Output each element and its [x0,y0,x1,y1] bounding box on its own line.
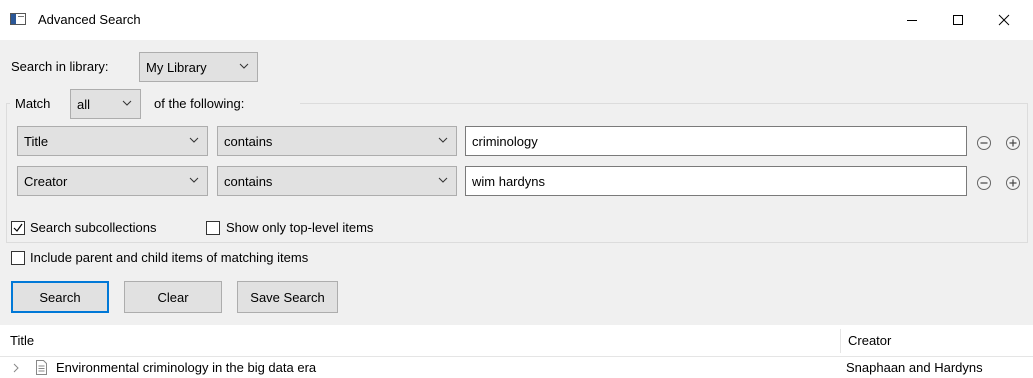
chevron-down-icon [122,100,132,106]
table-row[interactable]: Environmental criminology in the big dat… [0,357,1033,378]
close-button[interactable] [981,0,1027,40]
save-search-button-label: Save Search [250,289,325,305]
remove-condition-icon[interactable] [976,135,992,151]
search-button-label: Search [39,289,81,305]
include-parent-child-checkbox[interactable] [11,251,25,265]
app-icon [10,13,26,25]
add-condition-icon[interactable] [1005,135,1021,151]
condition-operator-select[interactable]: contains [217,166,457,196]
chevron-down-icon [438,137,448,143]
search-button[interactable]: Search [11,281,109,313]
condition-field-select[interactable]: Creator [17,166,208,196]
condition-field-value: Title [24,133,49,149]
condition-field-select[interactable]: Title [17,126,208,156]
top-level-only-checkbox[interactable] [206,221,220,235]
column-header-title[interactable]: Title [10,333,34,348]
window-title: Advanced Search [38,12,141,27]
add-condition-icon[interactable] [1005,175,1021,191]
condition-value-input[interactable]: criminology [465,126,967,156]
maximize-button[interactable] [935,0,981,40]
match-select-value: all [77,96,91,112]
condition-value-text: criminology [472,133,538,149]
chevron-right-icon[interactable] [12,363,20,373]
result-creator: Snaphaan and Hardyns [846,360,983,375]
search-subcollections-label: Search subcollections [30,220,157,235]
document-icon [36,360,47,375]
chevron-down-icon [189,137,199,143]
remove-condition-icon[interactable] [976,175,992,191]
dialog-content: Search in library: My Library Match all … [0,40,1033,378]
condition-value-text: wim hardyns [472,173,545,189]
condition-field-value: Creator [24,173,68,189]
match-select[interactable]: all [70,89,141,119]
library-select-value: My Library [146,59,207,75]
minimize-icon [907,20,917,21]
clear-button[interactable]: Clear [124,281,222,313]
chevron-down-icon [189,177,199,183]
close-icon [998,14,1010,26]
column-header-creator[interactable]: Creator [848,333,891,348]
condition-operator-value: contains [224,173,273,189]
chevron-down-icon [438,177,448,183]
chevron-down-icon [239,63,249,69]
minimize-button[interactable] [889,0,935,40]
column-divider[interactable] [840,329,841,353]
results-header: Title Creator [0,325,1033,357]
search-in-label: Search in library: [11,59,109,74]
match-label: Match [15,96,51,111]
search-subcollections-checkbox[interactable] [11,221,25,235]
result-title: Environmental criminology in the big dat… [56,360,317,375]
maximize-icon [953,15,963,25]
condition-operator-select[interactable]: contains [217,126,457,156]
include-parent-child-label: Include parent and child items of matchi… [30,250,309,265]
clear-button-label: Clear [157,289,189,305]
condition-value-input[interactable]: wim hardyns [465,166,967,196]
checkmark-icon [13,223,23,232]
top-level-only-label: Show only top-level items [226,220,374,235]
save-search-button[interactable]: Save Search [237,281,338,313]
advanced-search-window: Advanced Search Search in library: My Li… [0,0,1033,378]
title-bar: Advanced Search [0,0,1033,40]
match-suffix-label: of the following: [154,96,245,111]
condition-operator-value: contains [224,133,273,149]
library-select[interactable]: My Library [139,52,258,82]
